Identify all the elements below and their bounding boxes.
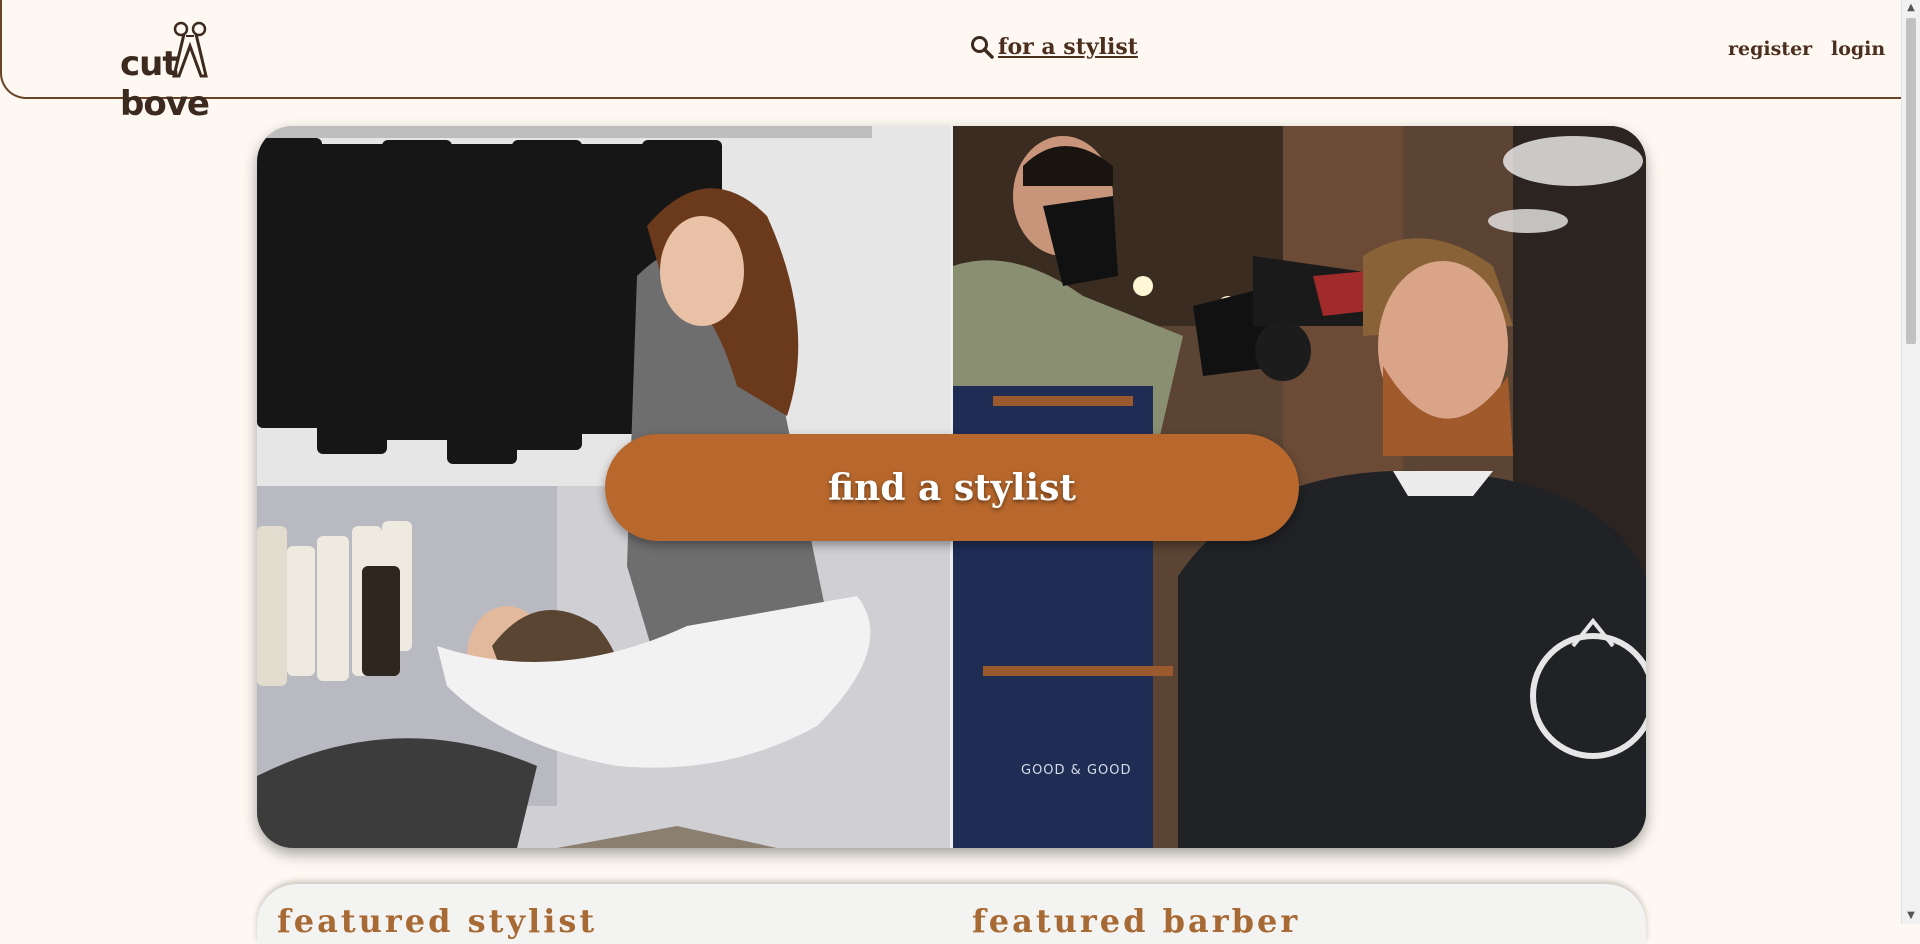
page-scrollbar[interactable]: ▲ ▼ [1901, 0, 1920, 924]
featured-panel: featured stylist featured barber [257, 884, 1646, 944]
search-stylist-link[interactable]: for a stylist [970, 34, 1138, 60]
featured-barber-title: featured barber [972, 902, 1301, 940]
find-stylist-button[interactable]: find a stylist [605, 434, 1299, 541]
featured-stylist-title: featured stylist [277, 902, 598, 940]
site-header: cutbove for a stylist register login [0, 0, 1902, 124]
apron-print: GOOD & GOOD [1021, 763, 1132, 778]
search-icon [971, 36, 994, 59]
search-link-label: for a stylist [998, 34, 1138, 60]
logo-text-left: cut [120, 44, 179, 84]
scroll-thumb[interactable] [1906, 18, 1916, 344]
logo-text-right: bove [120, 84, 210, 124]
register-link[interactable]: register [1728, 38, 1812, 60]
site-logo[interactable]: cutbove [120, 20, 290, 124]
login-link[interactable]: login [1831, 38, 1885, 60]
scroll-down-icon[interactable]: ▼ [1902, 908, 1920, 924]
scissors-icon [172, 21, 208, 78]
scroll-up-icon[interactable]: ▲ [1902, 0, 1920, 16]
